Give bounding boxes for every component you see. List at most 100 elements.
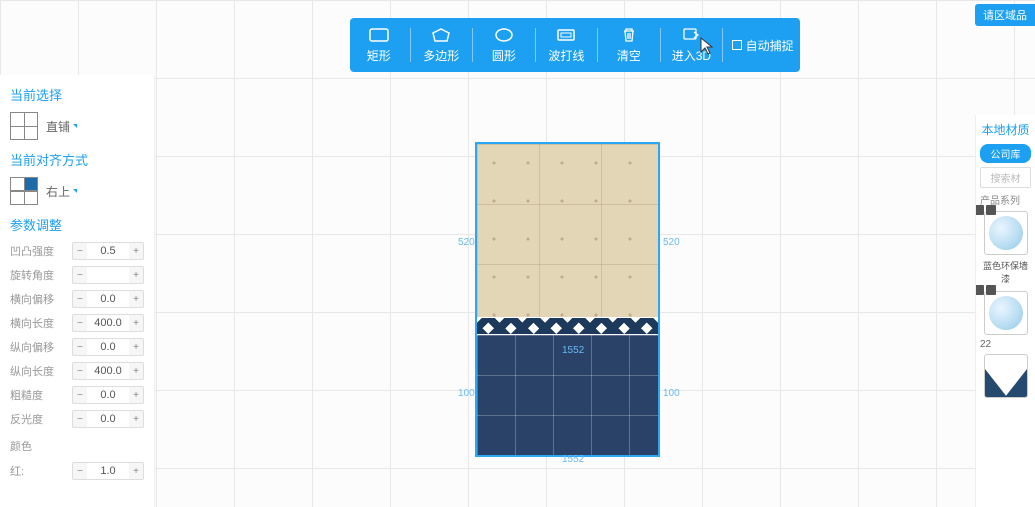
stepper-minus[interactable]: − [73,387,87,403]
param-label: 粗糙度 [10,387,66,403]
stepper-plus[interactable]: + [129,339,143,355]
param-row: 反光度 − 0.0 + [10,410,144,428]
align-row[interactable]: 右上 [10,177,144,205]
tool-enter3d[interactable]: 进入3D [663,18,721,72]
send-icon[interactable] [975,205,984,215]
stepper-plus[interactable]: + [129,411,143,427]
stepper-minus[interactable]: − [73,339,87,355]
stepper-value[interactable]: 0.0 [87,389,129,401]
selection-row[interactable]: 直铺 [10,112,144,140]
dimension-label: 100 [458,388,475,399]
param-row: 纵向偏移 − 0.0 + [10,338,144,356]
checkbox-icon [732,40,742,50]
stepper-plus[interactable]: + [129,267,143,283]
material-sphere-icon [984,211,1028,255]
color-label: 颜色 [10,438,144,454]
swatch-controls [975,205,996,215]
stepper-minus[interactable]: − [73,291,87,307]
rectangle-icon [368,26,390,44]
dimension-label: 1552 [562,345,584,356]
param-stepper[interactable]: − 0.0 + [72,386,144,404]
stepper-plus[interactable]: + [129,243,143,259]
param-row: 横向长度 − 400.0 + [10,314,144,332]
design-accent-strip[interactable] [477,317,658,335]
tool-label: 清空 [617,47,641,64]
param-label: 旋转角度 [10,267,66,283]
tool-label: 进入3D [672,47,711,64]
stepper-minus[interactable]: − [73,267,87,283]
param-row: 纵向长度 − 400.0 + [10,362,144,380]
tool-label: 矩形 [367,47,391,64]
stepper-minus[interactable]: − [73,315,87,331]
tool-polygon[interactable]: 多边形 [413,18,471,72]
param-stepper[interactable]: − 400.0 + [72,314,144,332]
dimension-label: 100 [663,388,680,399]
stepper-value[interactable]: 400.0 [87,365,129,377]
param-stepper[interactable]: − 0.5 + [72,242,144,260]
design-selection[interactable] [475,142,660,457]
delete-icon[interactable] [986,205,996,215]
stepper-plus[interactable]: + [129,291,143,307]
tool-label: 圆形 [492,47,516,64]
tool-label: 波打线 [548,47,584,64]
section-selection-title: 当前选择 [10,85,144,104]
tool-waveline[interactable]: 波打线 [538,18,596,72]
param-label: 纵向长度 [10,363,66,379]
stepper-value[interactable]: 1.0 [87,465,129,477]
send-icon[interactable] [975,285,984,295]
right-panel-title: 本地材质 [980,121,1031,138]
stepper-plus[interactable]: + [129,387,143,403]
stepper-plus[interactable]: + [129,315,143,331]
param-stepper[interactable]: − 0.0 + [72,410,144,428]
stepper-minus[interactable]: − [73,463,87,479]
param-stepper[interactable]: − 1.0 + [72,462,144,480]
polygon-icon [430,26,452,44]
param-row: 红: − 1.0 + [10,462,144,480]
library-tab[interactable]: 公司库 [980,144,1031,163]
design-top-tile[interactable] [477,144,658,317]
param-stepper[interactable]: − + [72,266,144,284]
material-swatch-item[interactable] [980,291,1031,335]
param-row: 旋转角度 − + [10,266,144,284]
selection-label: 直铺 [46,118,77,135]
param-row: 横向偏移 − 0.0 + [10,290,144,308]
param-row: 粗糙度 − 0.0 + [10,386,144,404]
trash-icon [618,26,640,44]
param-stepper[interactable]: − 0.0 + [72,290,144,308]
delete-icon[interactable] [986,285,996,295]
tool-circle[interactable]: 圆形 [475,18,533,72]
material-tile-icon [984,354,1028,398]
stepper-value[interactable]: 0.0 [87,341,129,353]
stepper-value[interactable]: 400.0 [87,317,129,329]
stepper-value[interactable]: 0.0 [87,413,129,425]
material-swatch-item[interactable] [980,354,1031,398]
stepper-minus[interactable]: − [73,243,87,259]
param-label: 纵向偏移 [10,339,66,355]
chevron-left-icon[interactable] [975,229,976,239]
param-stepper[interactable]: − 0.0 + [72,338,144,356]
right-panel: 本地材质 公司库 搜索材 产品系列 蓝色环保墙漆 22 [975,115,1035,507]
left-panel: 当前选择 直铺 当前对齐方式 右上 参数调整 凹凸强度 − 0.5 + 旋转角度… [0,75,155,507]
chevron-left-icon[interactable] [975,309,976,319]
stepper-value[interactable]: 0.5 [87,245,129,257]
tool-clear[interactable]: 清空 [600,18,658,72]
region-label-button[interactable]: 请区域品 [975,4,1035,26]
stepper-plus[interactable]: + [129,363,143,379]
material-swatch-item[interactable] [980,211,1031,255]
tool-rectangle[interactable]: 矩形 [350,18,408,72]
waveline-icon [555,26,577,44]
align-label: 右上 [46,183,77,200]
material-search[interactable]: 搜索材 [980,167,1031,188]
stepper-minus[interactable]: − [73,411,87,427]
stepper-minus[interactable]: − [73,363,87,379]
tool-label: 自动捕捉 [746,37,794,54]
dimension-label: 1552 [562,454,584,465]
param-stepper[interactable]: − 400.0 + [72,362,144,380]
stepper-value[interactable]: 0.0 [87,293,129,305]
stepper-plus[interactable]: + [129,463,143,479]
material-name: 蓝色环保墙漆 [980,259,1031,285]
align-pattern-icon [10,177,38,205]
param-label: 凹凸强度 [10,243,66,259]
tool-auto-capture[interactable]: 自动捕捉 [725,37,800,54]
param-label: 横向长度 [10,315,66,331]
